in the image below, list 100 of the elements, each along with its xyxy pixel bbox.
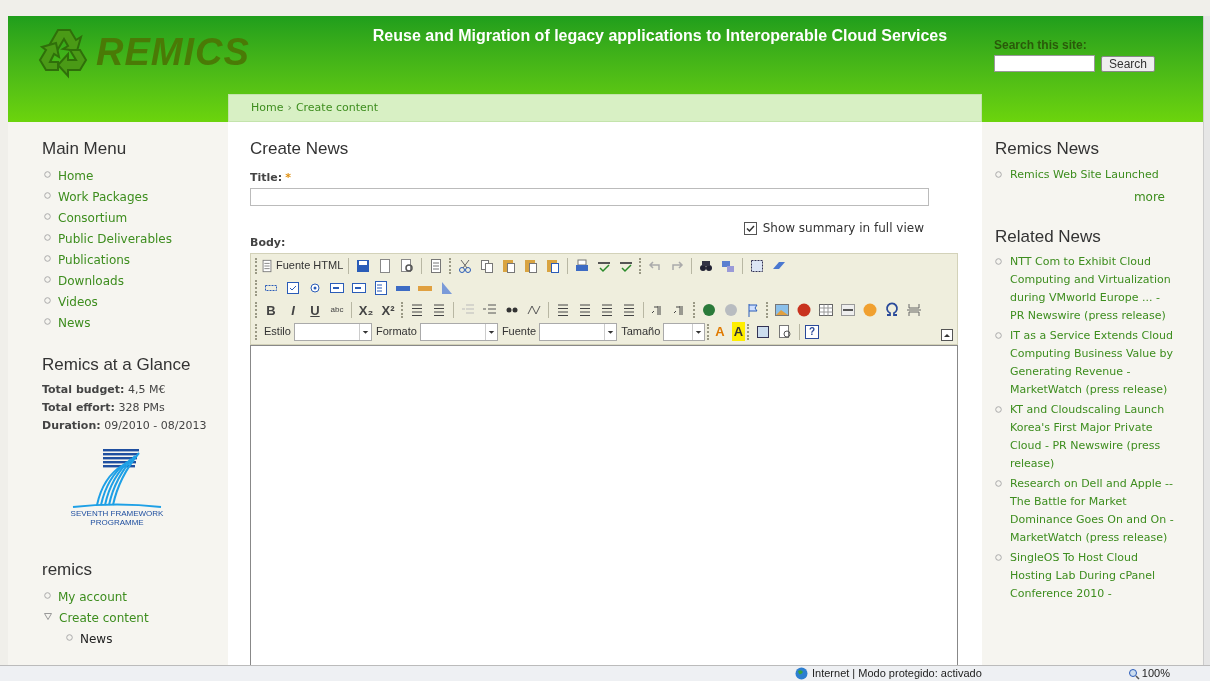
menu-link[interactable]: Downloads bbox=[58, 270, 124, 292]
maximize-icon[interactable] bbox=[755, 323, 772, 340]
copy-icon[interactable] bbox=[479, 257, 496, 274]
omega-icon[interactable] bbox=[884, 301, 900, 318]
select-field[interactable] bbox=[293, 322, 372, 341]
bullet-icon bbox=[995, 554, 1002, 561]
menu-link[interactable]: Home bbox=[58, 165, 94, 187]
paste-icon[interactable] bbox=[501, 257, 518, 274]
menu-link[interactable]: Publications bbox=[58, 249, 131, 271]
breadcrumb-separator: › bbox=[287, 99, 292, 116]
help-button[interactable]: ? bbox=[805, 324, 820, 339]
align-right-icon[interactable] bbox=[599, 301, 615, 318]
bullet-list-icon[interactable] bbox=[431, 301, 447, 318]
menu-link[interactable]: Videos bbox=[58, 291, 98, 313]
select-all-icon[interactable] bbox=[749, 257, 766, 274]
security-zone-text: Internet | Modo protegido: activado bbox=[812, 666, 982, 681]
expanded-icon bbox=[44, 612, 52, 620]
globe-icon bbox=[795, 667, 808, 680]
image-icon[interactable] bbox=[774, 301, 790, 318]
justify-icon[interactable] bbox=[621, 301, 637, 318]
fact-text: Total effort: 328 PMs bbox=[42, 400, 166, 416]
logo-caption: PROGRAMME bbox=[90, 518, 144, 527]
show-blocks-icon[interactable] bbox=[777, 323, 794, 340]
paste-text-icon[interactable] bbox=[523, 257, 540, 274]
zoom-icon[interactable] bbox=[1127, 667, 1140, 680]
select-field[interactable] bbox=[539, 322, 618, 341]
background-color-button[interactable]: A bbox=[731, 321, 746, 342]
headline-link[interactable]: IT as a Service Extends Cloud Computing Business Value by Generating Revenue - MarketWatch (press release) bbox=[1010, 327, 1175, 399]
anchor-icon[interactable] bbox=[745, 301, 761, 318]
select-label: Fuente bbox=[501, 324, 537, 340]
dropdown-arrow-icon bbox=[484, 323, 497, 340]
summary-checkbox[interactable] bbox=[743, 221, 757, 235]
block-title: Main Menu bbox=[42, 138, 128, 160]
save-icon[interactable] bbox=[355, 257, 372, 274]
bullet-icon bbox=[995, 406, 1002, 413]
zoom-level[interactable]: 100% bbox=[1141, 665, 1170, 681]
select-label: Formato bbox=[375, 324, 417, 340]
select-field-icon[interactable] bbox=[373, 279, 389, 296]
checkbox-icon[interactable] bbox=[285, 279, 301, 296]
fact-text: Duration: 09/2010 - 08/2013 bbox=[42, 418, 208, 434]
breadcrumb-link[interactable]: Home bbox=[251, 99, 284, 117]
select-field[interactable] bbox=[663, 322, 706, 341]
print-icon[interactable] bbox=[574, 257, 591, 274]
source-button[interactable]: Fuente HTML bbox=[260, 257, 346, 274]
table-icon[interactable] bbox=[818, 301, 834, 318]
select-label: Estilo bbox=[264, 324, 291, 340]
menu-link[interactable]: News bbox=[58, 312, 91, 334]
checkbox-label: Show summary in full view bbox=[762, 220, 924, 237]
headline-link[interactable]: NTT Com to Exhibit Cloud Computing and Virtualization during VMworld Europe ... - PR Newswire (press release) bbox=[1010, 253, 1175, 325]
align-center-icon[interactable] bbox=[577, 301, 593, 318]
menu-link[interactable]: Consortium bbox=[58, 207, 128, 229]
breadcrumb-link[interactable]: Create content bbox=[295, 99, 379, 117]
headline-link[interactable]: Research on Dell and Apple -- The Battle for Market Dominance Goes On and On - MarketWatch (press release) bbox=[1010, 475, 1175, 547]
bullet-icon bbox=[44, 296, 51, 304]
collapse-toolbar-icon[interactable] bbox=[941, 328, 953, 341]
text-color-button[interactable]: A bbox=[712, 321, 728, 342]
bullet-icon bbox=[66, 633, 73, 641]
document-icon bbox=[260, 258, 274, 273]
block-title: Remics News bbox=[995, 138, 1100, 160]
format-button[interactable]: X² bbox=[377, 300, 399, 319]
site-tagline: Reuse and Migration of legacy applications to Interoperable Cloud Services bbox=[372, 26, 948, 46]
headline-link[interactable]: KT and Cloudscaling Launch Korea's First Major Private Cloud - PR Newswire (press release) bbox=[1010, 401, 1175, 473]
menu-link[interactable]: Public Deliverables bbox=[58, 228, 172, 250]
bullet-icon bbox=[995, 480, 1002, 487]
bullet-icon bbox=[995, 170, 1002, 178]
dropdown-arrow-icon bbox=[358, 323, 371, 340]
select-field[interactable] bbox=[419, 322, 498, 341]
menu-link[interactable]: My account bbox=[58, 586, 128, 608]
headline-link[interactable]: SingleOS To Host Cloud Hosting Lab During cPanel Conference 2010 - bbox=[1010, 549, 1175, 603]
menu-link[interactable]: News bbox=[80, 628, 113, 650]
title-field[interactable] bbox=[250, 188, 929, 206]
bullet-icon bbox=[44, 212, 51, 220]
preview-icon[interactable] bbox=[399, 257, 416, 274]
bullet-icon bbox=[44, 591, 51, 599]
bullet-icon bbox=[995, 258, 1002, 265]
scrollbar[interactable] bbox=[1203, 16, 1210, 665]
menu-link[interactable]: Create content bbox=[59, 607, 149, 629]
bullet-icon bbox=[44, 317, 51, 325]
select-label: Tamaño bbox=[621, 324, 661, 340]
more-link[interactable]: more bbox=[1133, 187, 1165, 206]
cut-icon[interactable] bbox=[457, 257, 474, 274]
headline-link[interactable]: Remics Web Site Launched bbox=[1010, 165, 1159, 184]
bullet-icon bbox=[995, 332, 1002, 339]
menu-link[interactable]: Work Packages bbox=[58, 186, 149, 208]
search-field[interactable] bbox=[994, 55, 1095, 72]
bullet-icon bbox=[44, 254, 51, 262]
format-button[interactable]: U bbox=[304, 300, 326, 319]
bullet-icon bbox=[44, 191, 51, 199]
align-left-icon[interactable] bbox=[555, 301, 571, 318]
search-button[interactable]: Search bbox=[1101, 55, 1156, 72]
numbered-list-icon[interactable] bbox=[409, 301, 425, 318]
bullet-icon bbox=[44, 233, 51, 241]
required-mark: * bbox=[285, 169, 291, 186]
format-button[interactable]: I bbox=[282, 300, 304, 319]
block-title: Remics at a Glance bbox=[42, 353, 192, 376]
format-button[interactable]: B bbox=[260, 300, 282, 319]
paste-word-icon[interactable] bbox=[545, 257, 562, 274]
format-button[interactable]: abc bbox=[326, 300, 348, 319]
format-button[interactable]: X₂ bbox=[355, 300, 377, 319]
page-title: Create News bbox=[250, 138, 350, 160]
